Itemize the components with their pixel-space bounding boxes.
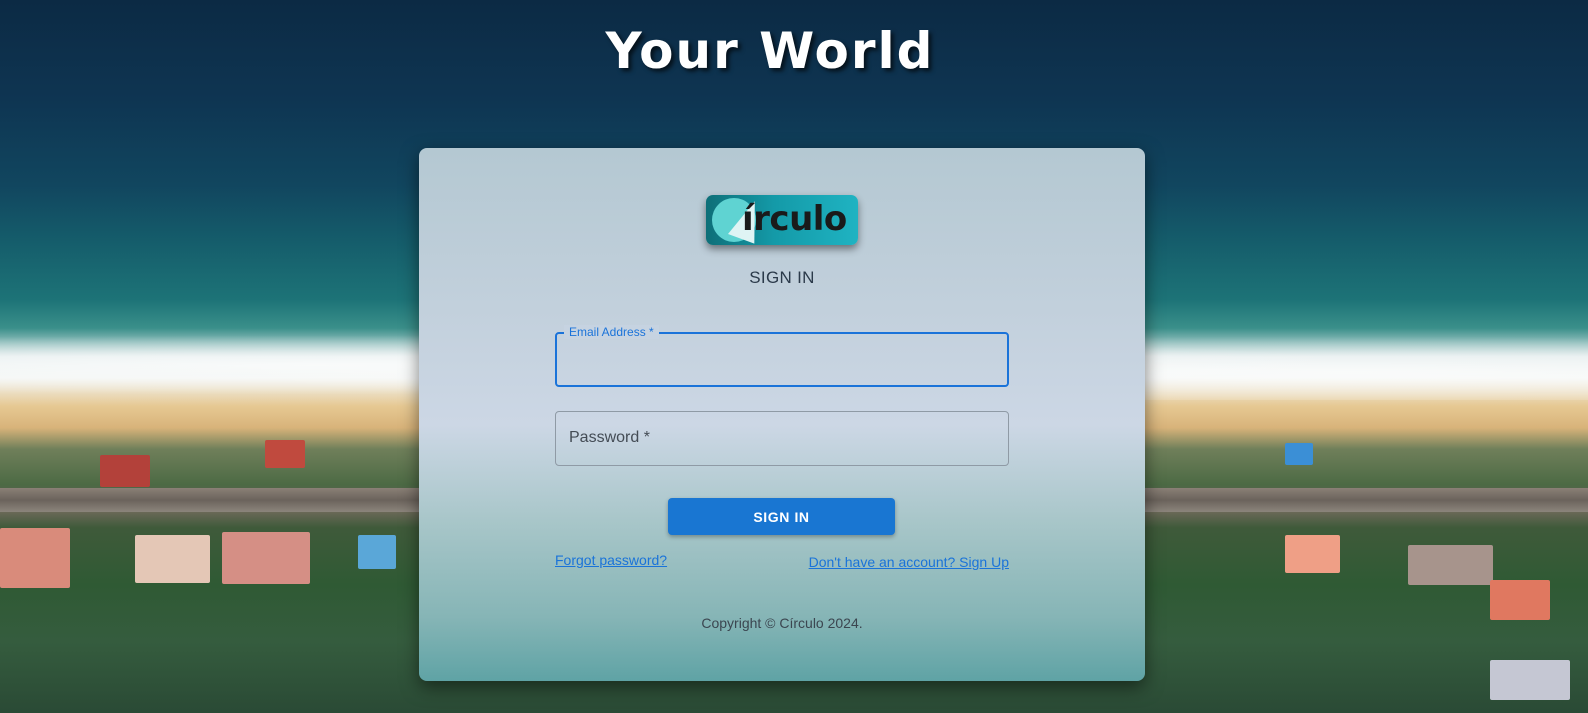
email-label: Email Address * bbox=[564, 325, 659, 339]
email-field[interactable] bbox=[555, 332, 1009, 387]
page-title: Your World bbox=[605, 22, 935, 80]
logo-text: írculo bbox=[742, 199, 847, 239]
background-roof bbox=[265, 440, 305, 468]
login-card: írculo SIGN IN Email Address * Password … bbox=[419, 148, 1145, 681]
forgot-password-link[interactable]: Forgot password? bbox=[555, 552, 667, 568]
circulo-logo: írculo bbox=[706, 195, 858, 245]
background-roof bbox=[1490, 580, 1550, 620]
sign-in-button[interactable]: SIGN IN bbox=[668, 498, 895, 535]
sign-up-link[interactable]: Don't have an account? Sign Up bbox=[809, 554, 1009, 570]
background-roof bbox=[1285, 535, 1340, 573]
background-roof bbox=[100, 455, 150, 487]
password-label: Password * bbox=[569, 429, 650, 446]
sign-in-heading: SIGN IN bbox=[749, 268, 815, 287]
background-roof bbox=[1408, 545, 1493, 585]
background-roof bbox=[1490, 660, 1570, 700]
background-roof bbox=[0, 528, 70, 588]
copyright-text: Copyright © Círculo 2024. bbox=[701, 615, 863, 631]
background-roof bbox=[358, 535, 396, 569]
email-input[interactable] bbox=[557, 334, 1007, 385]
background-roof bbox=[222, 532, 310, 584]
background-roof bbox=[1285, 443, 1313, 465]
background-roof bbox=[135, 535, 210, 583]
